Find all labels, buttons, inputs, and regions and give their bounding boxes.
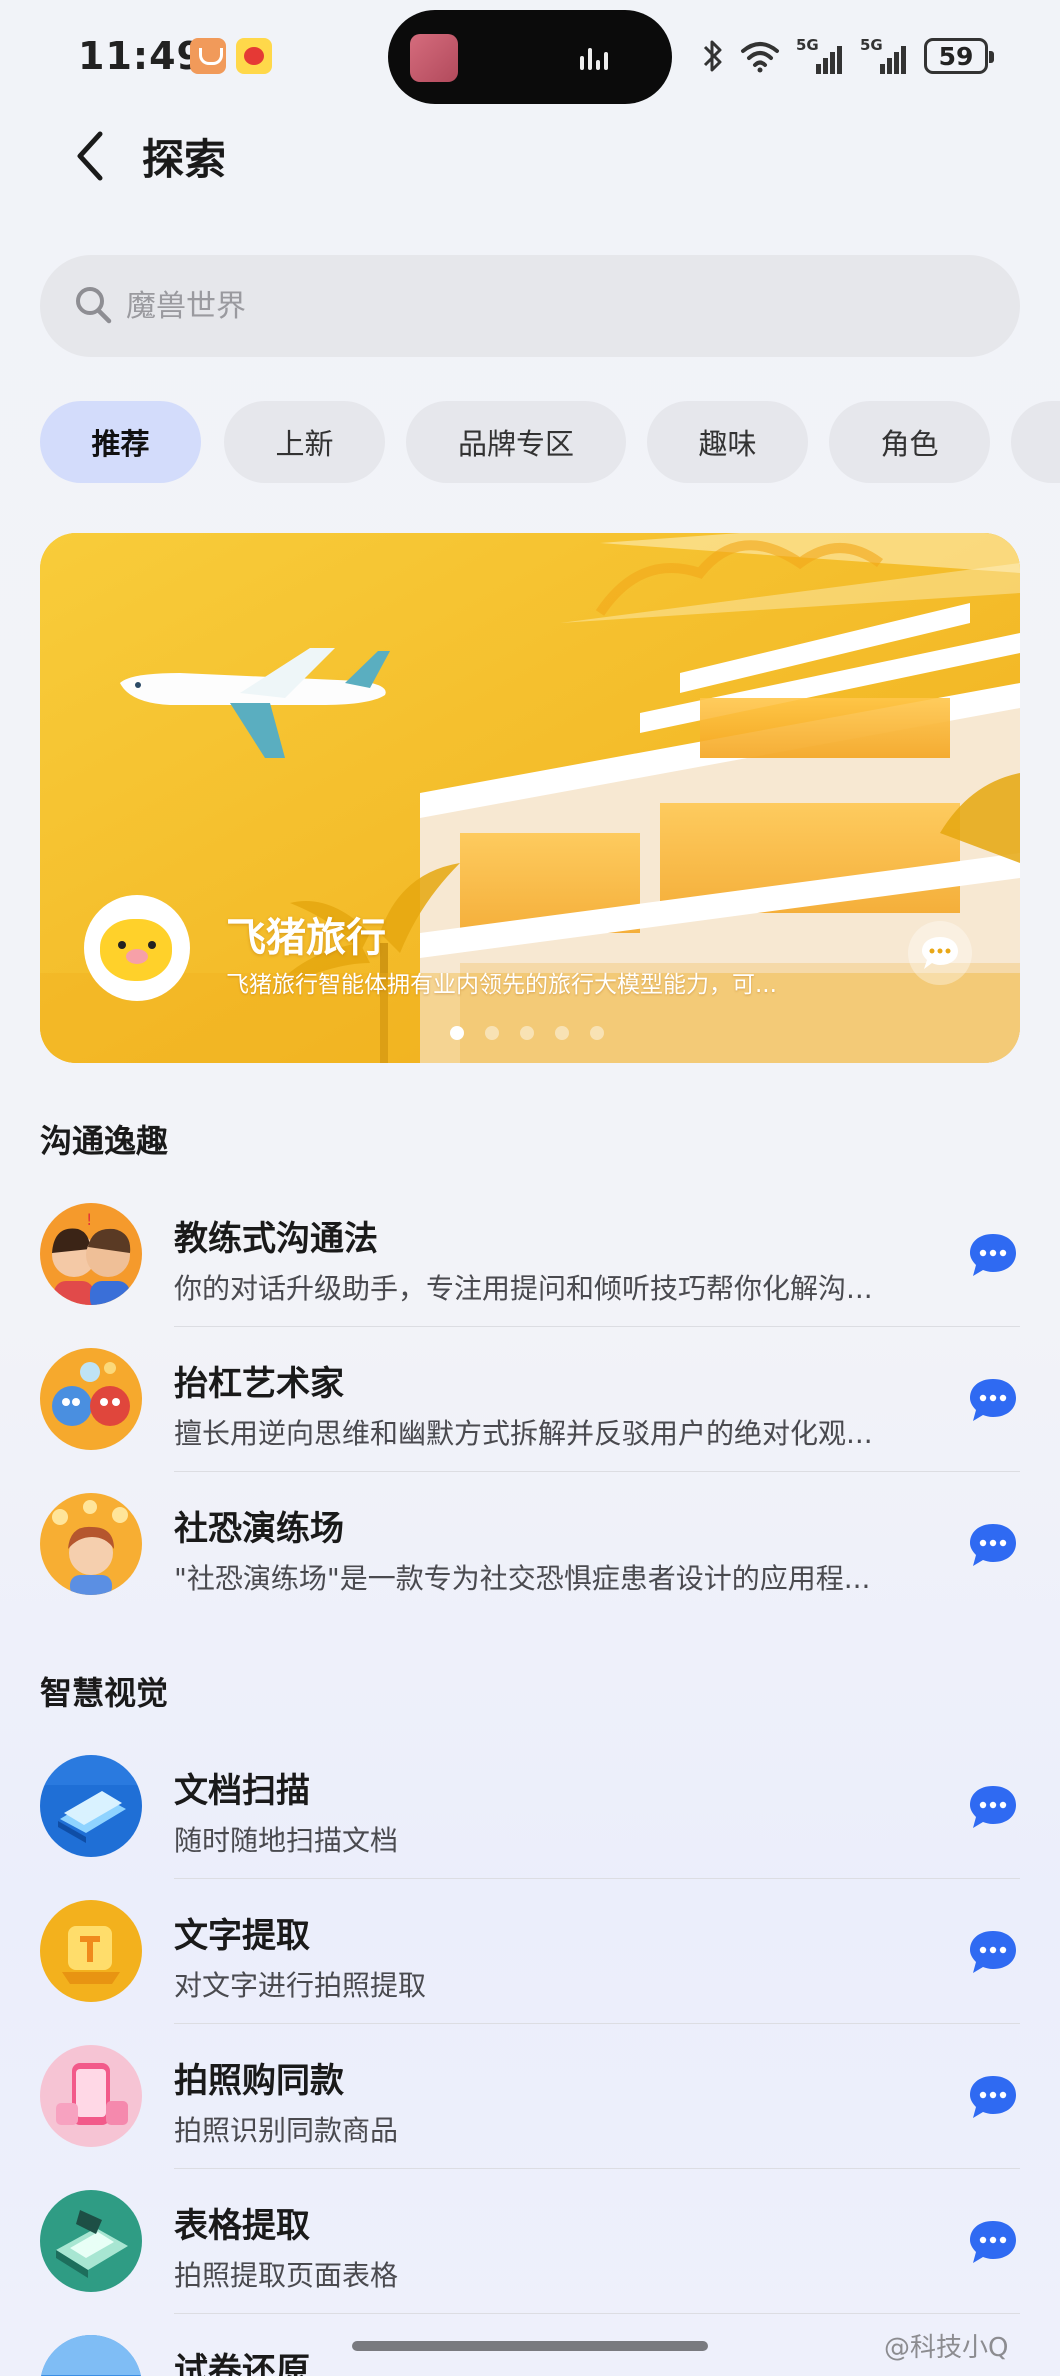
item-description: 拍照提取页面表格 — [174, 2259, 399, 2292]
app-notification-icon — [190, 38, 226, 74]
item-description: 擅长用逆向思维和幽默方式拆解并反驳用户的绝对化观... — [174, 1417, 873, 1450]
list-item[interactable]: 文字提取 对文字进行拍照提取 — [0, 1879, 1060, 2024]
list-item[interactable]: ! 教练式沟通法 你的对话升级助手，专注用提问和倾听技巧帮你化解沟... — [0, 1182, 1060, 1327]
paper-restore-avatar-icon — [40, 2335, 142, 2376]
chat-bubble-icon[interactable] — [968, 1377, 1018, 1423]
tab-fun[interactable]: 趣味 — [647, 401, 808, 483]
debate-avatar-icon — [40, 1348, 142, 1450]
carousel-dot[interactable] — [520, 1026, 534, 1040]
status-time: 11:49 — [78, 34, 204, 78]
system-icons: 5G 5G 59 — [702, 34, 994, 78]
tab-recommended[interactable]: 推荐 — [40, 401, 201, 483]
cellular-signal-1-icon: 5G — [796, 36, 844, 76]
network-type-label: 5G — [796, 36, 819, 54]
chat-bubble-icon[interactable] — [968, 1929, 1018, 1975]
tab-brand-zone[interactable]: 品牌专区 — [406, 401, 626, 483]
item-title: 表格提取 — [174, 2206, 310, 2246]
item-title: 文档扫描 — [174, 1771, 310, 1811]
item-title: 社恐演练场 — [174, 1509, 344, 1549]
fliggy-logo — [84, 895, 190, 1001]
audio-wave-icon — [580, 48, 610, 70]
home-indicator[interactable] — [352, 2341, 708, 2351]
weibo-notification-icon — [236, 38, 272, 74]
featured-banner[interactable]: 飞猪旅行 飞猪旅行智能体拥有业内领先的旅行大模型能力，可... — [40, 533, 1020, 1063]
list-item[interactable]: 文档扫描 随时随地扫描文档 — [0, 1734, 1060, 1879]
carousel-pagination — [450, 1026, 604, 1040]
chat-bubble-icon[interactable] — [968, 2219, 1018, 2265]
list-item[interactable]: 拍照购同款 拍照识别同款商品 — [0, 2024, 1060, 2169]
banner-title: 飞猪旅行 — [226, 915, 386, 961]
scan-avatar-icon — [40, 1755, 142, 1857]
cellular-signal-2-icon: 5G — [860, 36, 908, 76]
chat-bubble-icon[interactable] — [968, 1232, 1018, 1278]
watermark: @科技小Q — [884, 2333, 1009, 2363]
banner-chat-button[interactable] — [908, 921, 972, 985]
list-item[interactable]: 社恐演练场 "社恐演练场"是一款专为社交恐惧症患者设计的应用程... — [0, 1472, 1060, 1617]
item-title: 试卷还原 — [174, 2351, 310, 2376]
carousel-dot[interactable] — [485, 1026, 499, 1040]
dynamic-island[interactable] — [388, 10, 672, 104]
item-description: 随时随地扫描文档 — [174, 1824, 399, 1857]
wifi-icon — [741, 42, 779, 73]
status-bar: 11:49 5G 5G 59 — [0, 0, 1060, 115]
category-tabs: 推荐 上新 品牌专区 趣味 角色 — [40, 401, 1060, 483]
item-description: 你的对话升级助手，专注用提问和倾听技巧帮你化解沟... — [174, 1272, 873, 1305]
tab-new[interactable]: 上新 — [224, 401, 385, 483]
carousel-dot[interactable] — [450, 1026, 464, 1040]
network-type-label: 5G — [860, 36, 883, 54]
chat-bubble-icon[interactable] — [968, 1522, 1018, 1568]
item-title: 抬杠艺术家 — [174, 1364, 344, 1404]
item-title: 拍照购同款 — [174, 2061, 344, 2101]
svg-text:!: ! — [86, 1210, 92, 1229]
section-title-communication: 沟通逸趣 — [40, 1122, 169, 1160]
chat-bubble-icon[interactable] — [968, 2074, 1018, 2120]
search-input[interactable] — [126, 275, 986, 337]
item-description: "社恐演练场"是一款专为社交恐惧症患者设计的应用程... — [174, 1562, 871, 1595]
section-title-smart-vision: 智慧视觉 — [40, 1674, 169, 1712]
battery-level: 59 — [938, 41, 974, 71]
carousel-dot[interactable] — [590, 1026, 604, 1040]
social-avatar-icon — [40, 1493, 142, 1595]
page-title: 探索 — [142, 135, 227, 184]
couple-avatar-icon: ! — [40, 1203, 142, 1305]
tab-more[interactable] — [1011, 401, 1060, 483]
chat-bubble-icon — [922, 937, 958, 969]
search-bar[interactable] — [40, 255, 1020, 357]
text-extract-avatar-icon — [40, 1900, 142, 2002]
photo-shop-avatar-icon — [40, 2045, 142, 2147]
table-extract-avatar-icon — [40, 2190, 142, 2292]
media-thumbnail-icon — [410, 34, 458, 82]
item-description: 拍照识别同款商品 — [174, 2114, 399, 2147]
list-item[interactable]: 抬杠艺术家 擅长用逆向思维和幽默方式拆解并反驳用户的绝对化观... — [0, 1327, 1060, 1472]
chat-bubble-icon[interactable] — [968, 1784, 1018, 1830]
item-description: 对文字进行拍照提取 — [174, 1969, 427, 2002]
carousel-dot[interactable] — [555, 1026, 569, 1040]
item-title: 教练式沟通法 — [174, 1219, 378, 1259]
banner-description: 飞猪旅行智能体拥有业内领先的旅行大模型能力，可... — [226, 972, 777, 998]
list-item[interactable]: 表格提取 拍照提取页面表格 — [0, 2169, 1060, 2314]
item-title: 文字提取 — [174, 1916, 310, 1956]
chevron-left-icon — [77, 131, 103, 181]
bluetooth-icon — [703, 40, 722, 72]
back-button[interactable] — [60, 118, 120, 188]
battery-icon: 59 — [924, 38, 994, 74]
tab-character[interactable]: 角色 — [829, 401, 990, 483]
search-icon — [76, 287, 112, 324]
